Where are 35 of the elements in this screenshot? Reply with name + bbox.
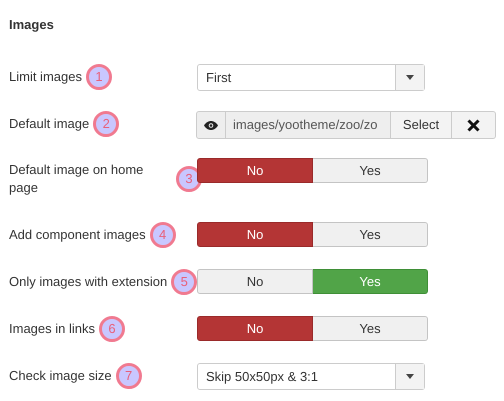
close-icon (467, 118, 480, 132)
field-label: Check image size (9, 366, 112, 385)
section-title: Images (9, 16, 55, 34)
step-number-badge: 1 (86, 64, 112, 90)
toggle-option[interactable]: No (197, 269, 313, 294)
step-number-badge: 4 (150, 222, 176, 248)
step-number-badge: 2 (93, 110, 120, 137)
image-path-field[interactable]: images/yootheme/zoo/zo (226, 111, 390, 139)
select-button[interactable]: Select (390, 111, 452, 139)
toggle-option[interactable]: No (197, 158, 313, 183)
field-label: Limit images (9, 68, 82, 86)
select-field[interactable]: Skip 50x50px & 3:1 (197, 363, 425, 390)
select-value: First (205, 69, 232, 87)
toggle-option[interactable]: Yes (313, 158, 428, 183)
field-label: Default image (9, 114, 90, 133)
dropdown-button[interactable] (395, 364, 424, 389)
select-field[interactable]: First (197, 64, 425, 91)
toggle-option[interactable]: No (197, 316, 313, 341)
toggle-option[interactable]: Yes (313, 222, 428, 247)
step-number-badge: 5 (171, 268, 198, 295)
preview-button[interactable] (196, 111, 226, 139)
select-value: Skip 50x50px & 3:1 (205, 368, 320, 386)
dropdown-button[interactable] (395, 65, 424, 90)
step-number-badge: 6 (98, 316, 125, 342)
toggle-option[interactable]: Yes (313, 316, 428, 341)
field-label: Images in links (9, 320, 95, 338)
field-label: Only images with extension (9, 272, 168, 291)
eye-icon (204, 120, 218, 130)
field-label: Add component images (9, 226, 146, 244)
caret-icon (406, 374, 414, 379)
toggle-option[interactable]: No (197, 222, 313, 247)
field-label: Default image on home page (9, 161, 144, 197)
caret-icon (406, 75, 414, 80)
clear-button[interactable] (452, 111, 496, 139)
step-number-badge: 7 (116, 362, 142, 389)
